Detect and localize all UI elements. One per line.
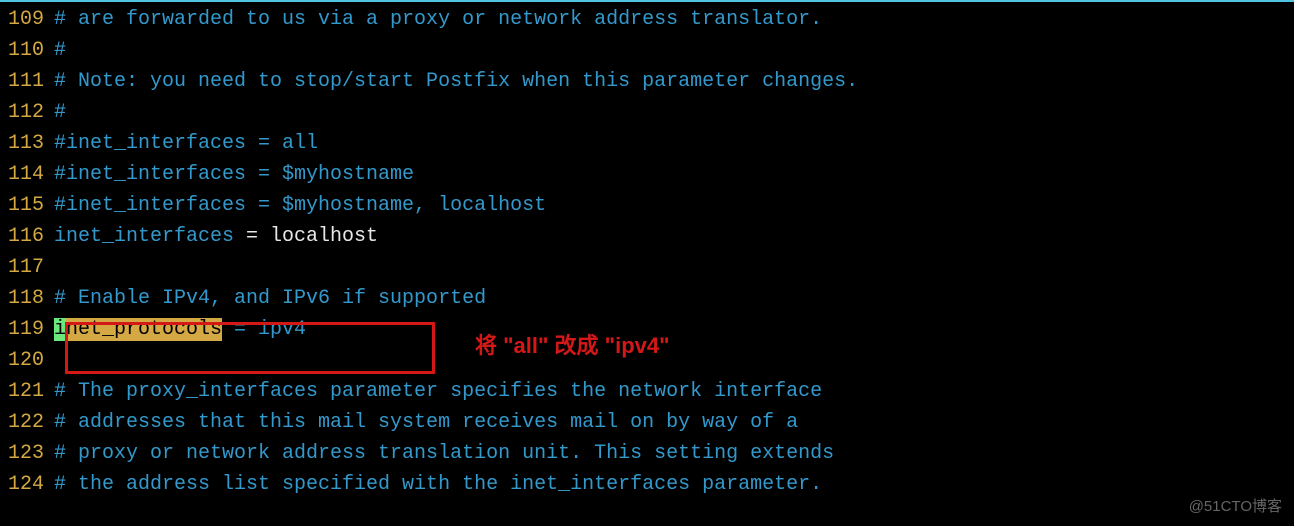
code-line: 109# are forwarded to us via a proxy or … — [0, 4, 1294, 35]
code-line: 115#inet_interfaces = $myhostname, local… — [0, 190, 1294, 221]
line-number: 117 — [0, 252, 54, 283]
code-content: #inet_interfaces = $myhostname — [54, 159, 1294, 190]
code-line: 117 — [0, 252, 1294, 283]
line-number: 112 — [0, 97, 54, 128]
code-line: 110# — [0, 35, 1294, 66]
line-number: 124 — [0, 469, 54, 500]
code-content: # addresses that this mail system receiv… — [54, 407, 1294, 438]
code-content: # The proxy_interfaces parameter specifi… — [54, 376, 1294, 407]
line-number: 114 — [0, 159, 54, 190]
code-line: 112# — [0, 97, 1294, 128]
code-line: 111# Note: you need to stop/start Postfi… — [0, 66, 1294, 97]
line-number: 122 — [0, 407, 54, 438]
code-content: # proxy or network address translation u… — [54, 438, 1294, 469]
code-line: 118# Enable IPv4, and IPv6 if supported — [0, 283, 1294, 314]
code-line: 119inet_protocols = ipv4 — [0, 314, 1294, 345]
code-content: # — [54, 97, 1294, 128]
code-editor[interactable]: 109# are forwarded to us via a proxy or … — [0, 2, 1294, 500]
code-line: 123# proxy or network address translatio… — [0, 438, 1294, 469]
code-line: 114#inet_interfaces = $myhostname — [0, 159, 1294, 190]
code-line: 121# The proxy_interfaces parameter spec… — [0, 376, 1294, 407]
code-content: # Enable IPv4, and IPv6 if supported — [54, 283, 1294, 314]
line-number: 118 — [0, 283, 54, 314]
code-content: inet_protocols = ipv4 — [54, 314, 1294, 345]
code-line: 124# the address list specified with the… — [0, 469, 1294, 500]
line-number: 121 — [0, 376, 54, 407]
line-number: 115 — [0, 190, 54, 221]
line-number: 120 — [0, 345, 54, 376]
search-highlight: net_protocols — [66, 318, 222, 341]
code-content: inet_interfaces = localhost — [54, 221, 1294, 252]
cursor-position: i — [54, 318, 66, 341]
code-line: 122# addresses that this mail system rec… — [0, 407, 1294, 438]
line-number: 123 — [0, 438, 54, 469]
code-line: 113#inet_interfaces = all — [0, 128, 1294, 159]
line-number: 109 — [0, 4, 54, 35]
line-number: 111 — [0, 66, 54, 97]
code-content: # are forwarded to us via a proxy or net… — [54, 4, 1294, 35]
code-content: #inet_interfaces = all — [54, 128, 1294, 159]
line-number: 119 — [0, 314, 54, 345]
code-content: #inet_interfaces = $myhostname, localhos… — [54, 190, 1294, 221]
line-number: 113 — [0, 128, 54, 159]
code-content: # the address list specified with the in… — [54, 469, 1294, 500]
code-content: # — [54, 35, 1294, 66]
line-number: 110 — [0, 35, 54, 66]
code-line: 116inet_interfaces = localhost — [0, 221, 1294, 252]
line-number: 116 — [0, 221, 54, 252]
code-content: # Note: you need to stop/start Postfix w… — [54, 66, 1294, 97]
code-line: 120 — [0, 345, 1294, 376]
